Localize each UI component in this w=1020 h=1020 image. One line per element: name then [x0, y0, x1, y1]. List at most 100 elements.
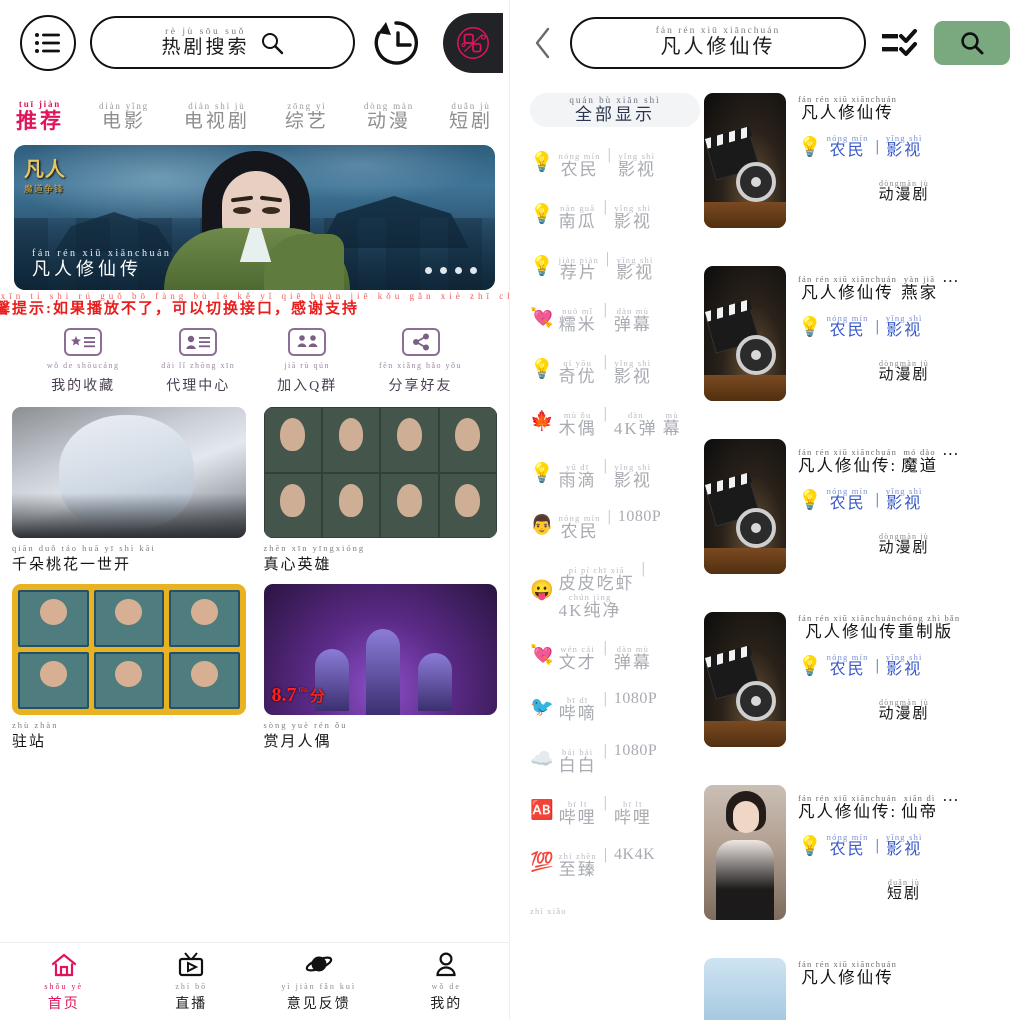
notice-marquee: ēn xīn tí shì rú guǒ bō fàng bù le kě yǐ…: [0, 290, 509, 320]
source-item[interactable]: 💡 nán guā 南瓜 | yǐng shì 影视: [524, 189, 694, 241]
quick-action-pinyin: dài lǐ zhōng xīn: [161, 361, 236, 370]
back-button[interactable]: [528, 21, 558, 65]
source-name: 荐片: [559, 263, 598, 283]
nav-label: 直播: [175, 997, 208, 1012]
banner-title: fán rén xiū xiānchuán 凡人修仙传: [32, 248, 171, 280]
source-item[interactable]: 💡 yǔ dī 雨滴 | yǐng shì 影视: [524, 448, 694, 500]
source-item[interactable]: 🆎 bī lī 哔哩 | bī lī 哔哩: [524, 785, 694, 837]
result-source-name: 农民: [829, 495, 866, 513]
separator: |: [605, 249, 610, 267]
nav-live[interactable]: zhí bō 直播: [128, 950, 256, 1013]
film-reel-thumb: [704, 266, 786, 401]
history-button[interactable]: [369, 16, 423, 70]
source-item[interactable]: 👨 nóng mín 农民 | 1080P: [524, 499, 694, 551]
result-source-name: 农民: [829, 841, 866, 859]
filter-button[interactable]: [878, 21, 922, 65]
right-body: quán bù xiān shì 全部显示 💡 nóng mín 农民 | yǐn…: [510, 85, 1020, 1020]
nav-profile[interactable]: wǒ de 我的: [383, 950, 510, 1013]
source-name-pinyin: zhì xiǎo: [530, 906, 567, 917]
police-poster: [12, 584, 246, 715]
source-item[interactable]: 💡 qí yōu 奇优 | yǐng shì 影视: [524, 344, 694, 396]
carousel-dot[interactable]: [440, 267, 447, 274]
tab-anime[interactable]: dòng màn 动漫: [360, 101, 418, 133]
tongue-face-icon: 😛: [530, 579, 554, 601]
source-quality: 影视: [616, 263, 655, 283]
search-input[interactable]: rè jù sōu suǒ 热剧搜索: [90, 16, 355, 69]
quick-action-agent-center[interactable]: dài lǐ zhōng xīn 代理中心: [161, 328, 235, 395]
source-item[interactable]: 💘 nuò mǐ 糯米 | dàn mù 弹幕: [524, 292, 694, 344]
result-item[interactable]: fán rén xiū xiānchuán 凡人修仙传 💡 nóng mín 农民 …: [704, 85, 1010, 258]
result-item[interactable]: fán rén xiū xiānchuán 凡人修仙传: mó dào 魔道 … 💡…: [704, 431, 1010, 604]
result-quality: 影视: [886, 841, 923, 859]
tab-movie[interactable]: diàn yǐng 电影: [95, 101, 153, 133]
separator: |: [603, 456, 607, 474]
nav-home[interactable]: shǒu yè 首页: [0, 950, 128, 1013]
source-item[interactable]: zhì xiǎo: [524, 888, 694, 934]
carousel-dot[interactable]: [470, 267, 477, 274]
result-item[interactable]: fán rén xiū xiānchuánchóng zhì bǎn 凡人修仙传重…: [704, 604, 1010, 777]
result-source: 💡 nóng mín 农民 | yǐng shì 影视: [798, 487, 1010, 513]
source-name: 哔哩: [558, 807, 597, 827]
result-title-text: 凡人修仙传: [801, 282, 894, 302]
source-item[interactable]: 💡 jiàn piàn 荐片 | yǐng shì 影视: [524, 241, 694, 293]
separator: |: [603, 353, 607, 371]
cloud-icon: ☁️: [530, 748, 554, 770]
result-source-name: 农民: [829, 661, 866, 679]
result-item[interactable]: fán rén xiū xiānchuán 凡人修仙传 yàn jiā 燕家 … 💡…: [704, 258, 1010, 431]
source-item[interactable]: 💯 zhì zhēn 至臻 | 4K4K: [524, 837, 694, 889]
grid-card[interactable]: qiān duǒ táo huā yī shì kāi 千朵桃花一世开: [12, 407, 246, 574]
search-query-input[interactable]: fán rén xiū xiānchuán 凡人修仙传: [570, 16, 866, 69]
source-item[interactable]: 🍁 mù ǒu 木偶 | dàn 4K弹 mù 幕: [524, 396, 694, 448]
grid-card[interactable]: 8.7 fēn 分 sòng yuè rén ǒu 赏月人偶: [263, 584, 497, 751]
card-pinyin: qiān duǒ táo huā yī shì kāi: [12, 543, 156, 553]
bulb-icon: 💡: [530, 462, 554, 484]
separator: |: [875, 318, 879, 336]
source-item[interactable]: 🐦 bī dī 哔嘀 | 1080P: [524, 681, 694, 733]
source-name: 至臻: [558, 859, 597, 879]
banner-logo-line2: 魔道争锋: [24, 184, 65, 194]
source-item[interactable]: ☁️ bái bái 白白 | 1080P: [524, 733, 694, 785]
result-item[interactable]: fán rén xiū xiānchuán 凡人修仙传: xiān dì 仙帝 … …: [704, 777, 1010, 950]
source-item[interactable]: 💘 wén cái 文才 | dàn mù 弹幕: [524, 630, 694, 682]
grid-card[interactable]: zhù zhàn 驻站: [12, 584, 246, 751]
source-quality: 影视: [613, 366, 652, 386]
tab-shortdrama[interactable]: duǎn jù 短剧: [445, 101, 497, 133]
tab-recommend[interactable]: tuī jiàn 推荐: [12, 99, 68, 133]
card-title: 赏月人偶: [263, 734, 332, 750]
tab-tvseries[interactable]: diàn shì jù 电视剧: [180, 101, 254, 133]
chevron-left-icon: [535, 27, 550, 58]
result-title-suffix: 仙帝: [901, 801, 939, 821]
result-title-text: 凡人修仙传重制版: [805, 621, 954, 641]
quick-action-label: 我的收藏: [51, 379, 116, 394]
quick-action-share[interactable]: fēn xiǎng hǎo yǒu 分享好友: [379, 328, 462, 395]
content-grid: qiān duǒ táo huā yī shì kāi 千朵桃花一世开 zhēn…: [0, 401, 509, 751]
source-name: 南瓜: [558, 211, 597, 231]
result-quality: 影视: [886, 142, 923, 160]
source-item[interactable]: 😛 pí pí chī xiā 皮皮吃虾 | chún jìng 4K纯净: [524, 551, 694, 630]
right-topbar: fán rén xiū xiānchuán 凡人修仙传: [510, 0, 1020, 85]
grid-card[interactable]: zhēn xīn yīngxióng 真心英雄: [263, 407, 497, 574]
hero-carousel[interactable]: 凡人 魔道争锋 fán rén xiū xiānchuán 凡人修仙传: [14, 145, 495, 290]
search-submit-button[interactable]: [934, 20, 1010, 65]
quick-action-join-group[interactable]: jiā rù qún 加入Q群: [277, 328, 337, 395]
person-icon: 👨: [530, 514, 554, 536]
source-item[interactable]: 💡 nóng mín 农民 | yǐng shì 影视: [524, 137, 694, 189]
app-logo-button[interactable]: [443, 12, 503, 73]
result-quality: 影视: [886, 661, 923, 679]
result-category-label: 动漫剧: [878, 540, 930, 557]
show-all-button[interactable]: quán bù xiān shì 全部显示: [530, 93, 700, 127]
list-menu-icon[interactable]: [20, 14, 76, 71]
result-source: 💡 nóng mín 农民 | yǐng shì 影视: [798, 134, 1010, 160]
rating-unit-pinyin: fēn: [298, 686, 308, 694]
result-item[interactable]: fán rén xiū xiānchuán 凡人修仙传: [704, 950, 1010, 1020]
carousel-dots[interactable]: [425, 267, 477, 274]
nav-feedback[interactable]: yì jiàn fǎn kuì 意见反馈: [255, 950, 383, 1013]
carousel-dot[interactable]: [455, 267, 462, 274]
card-pinyin: sòng yuè rén ǒu: [263, 720, 348, 730]
carousel-dot[interactable]: [425, 267, 432, 274]
city-thumb: [704, 958, 786, 1020]
search-query-value: 凡人修仙传: [660, 35, 776, 58]
banner-character: [150, 145, 360, 290]
tab-variety[interactable]: zōng yì 综艺: [281, 101, 333, 133]
quick-action-favorites[interactable]: wǒ de shōucáng 我的收藏: [47, 328, 120, 395]
